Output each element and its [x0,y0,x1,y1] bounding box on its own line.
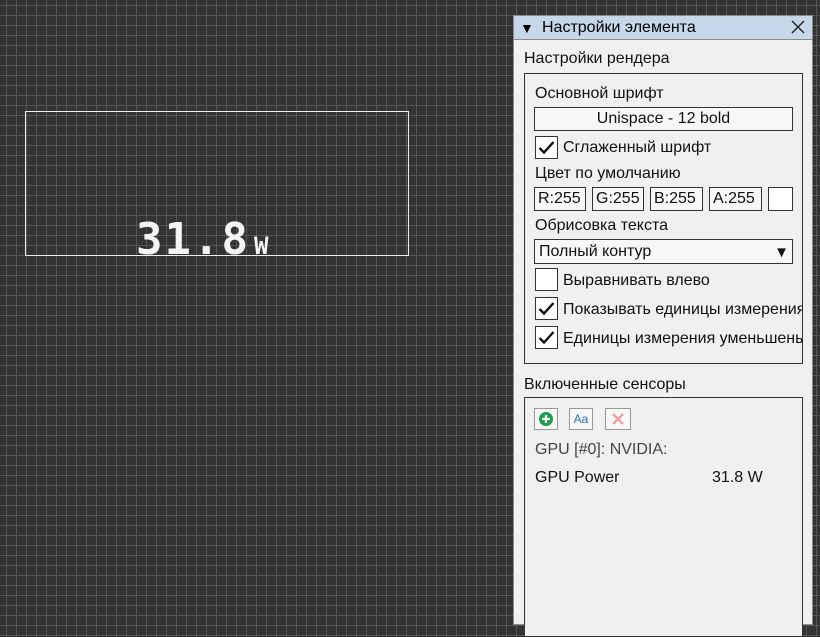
render-settings-label: Настройки рендера [524,50,670,67]
smooth-font-label: Сглаженный шрифт [563,139,712,156]
smooth-font-checkbox[interactable] [535,136,558,159]
delete-icon [612,413,624,425]
show-units-checkbox[interactable] [535,297,558,320]
element-settings-panel: ▼ Настройки элемента Настройки рендера О… [513,15,813,637]
checkmark-icon [538,302,555,316]
enabled-sensors-group: Aa GPU [#0]: NVIDIA: GPU Power 31.8 W [524,397,803,637]
shrink-units-checkbox[interactable] [535,326,558,349]
color-swatch[interactable] [768,187,793,211]
outline-select-value: Полный контур [539,242,652,260]
outline-select[interactable]: Полный контур ▼ [534,239,793,264]
add-sensor-button[interactable] [534,408,558,430]
sensor-group-name: GPU [#0]: NVIDIA: [535,441,668,458]
preview-frame[interactable]: 31.8 W [25,111,409,256]
remove-sensor-button[interactable] [605,408,631,430]
checkmark-icon [538,141,555,155]
color-g-field[interactable]: G:255 [592,187,644,211]
show-units-label: Показывать единицы измерения [563,301,803,318]
sensor-row-value[interactable]: 31.8 W [712,469,763,487]
main-font-field[interactable]: Unispace - 12 bold [534,107,793,131]
default-color-label: Цвет по умолчанию [535,165,681,182]
checkmark-icon [538,331,555,345]
panel-titlebar[interactable]: ▼ Настройки элемента [514,16,812,40]
main-font-label: Основной шрифт [535,85,664,102]
color-a-field[interactable]: A:255 [709,187,762,211]
enabled-sensors-label: Включенные сенсоры [524,376,686,393]
render-settings-group: Основной шрифт Unispace - 12 bold Сглаже… [524,73,803,364]
panel-title: Настройки элемента [542,18,696,36]
add-icon [539,412,553,426]
sensor-row-name[interactable]: GPU Power [535,469,619,487]
shrink-units-label: Единицы измерения уменьшены [563,330,803,347]
align-left-checkbox[interactable] [535,268,558,291]
preview-sensor-text: 31.8 W [136,214,269,256]
color-r-field[interactable]: R:255 [534,187,586,211]
dropdown-arrow-icon[interactable]: ▼ [774,244,789,261]
collapse-triangle-icon[interactable]: ▼ [520,20,536,36]
font-icon: Aa [573,412,589,426]
font-sensor-button[interactable]: Aa [569,408,593,430]
preview-unit: W [253,232,269,256]
close-icon[interactable] [788,17,808,37]
align-left-label: Выравнивать влево [563,272,710,289]
preview-value: 31.8 [136,214,250,256]
color-b-field[interactable]: B:255 [650,187,703,211]
outline-label: Обрисовка текста [535,217,668,234]
